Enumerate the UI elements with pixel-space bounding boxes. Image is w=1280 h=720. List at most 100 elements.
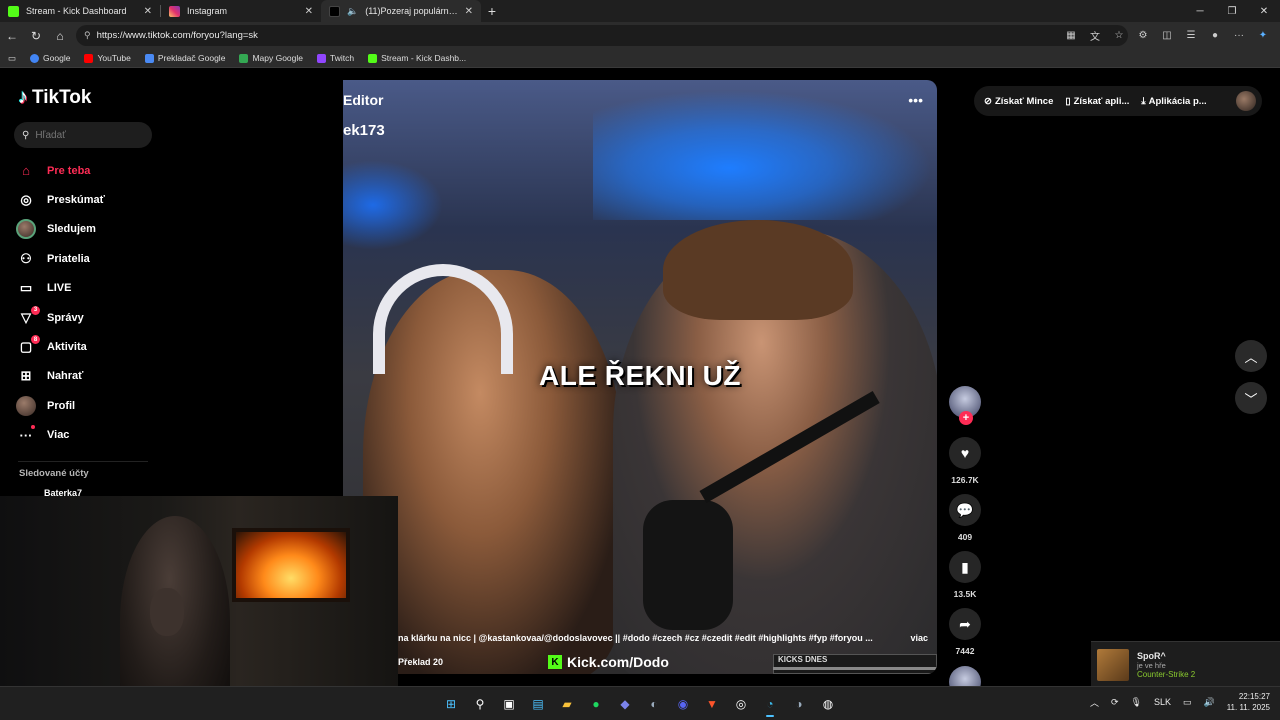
nav-item-friends[interactable]: ⚇ Priatelia — [16, 244, 156, 273]
bookmark-maps[interactable]: Mapy Google — [239, 53, 303, 63]
get-app-button[interactable]: ▯ Získať apli... — [1065, 96, 1129, 107]
activity-icon: ▢ 8 — [16, 335, 40, 357]
minimize-icon[interactable]: ─ — [1184, 0, 1216, 22]
apps-icon[interactable]: ▦ — [1062, 26, 1080, 44]
tiktok-logo[interactable]: ♪ TikTok — [18, 86, 91, 109]
tiktok-note-icon: ♪ — [18, 86, 28, 108]
site-info-icon[interactable]: ⚲ — [84, 30, 91, 41]
previous-video-button[interactable]: ︿ — [1235, 340, 1267, 372]
bookmark-youtube[interactable]: YouTube — [84, 53, 131, 63]
game-notification[interactable]: SpoR^ je ve hře Counter-Strike 2 — [1091, 641, 1280, 687]
system-tray: ︿ ⟳ 🎙 SLK ▭ 🔊 22:15:27 11. 11. 2025 — [1090, 691, 1270, 713]
comment-count: 409 — [957, 532, 973, 542]
steam-alt-icon[interactable]: ◑ — [786, 691, 812, 717]
collections-icon[interactable]: ☰ — [1182, 26, 1200, 44]
comment-button[interactable]: 💬 — [949, 494, 981, 526]
share-button[interactable]: ➦ — [949, 608, 981, 640]
desktop-app-label: Aplikácia p... — [1148, 95, 1207, 107]
new-tab-button[interactable]: + — [481, 0, 503, 22]
language-indicator[interactable]: SLK — [1154, 697, 1171, 707]
bookmark-label: Mapy Google — [252, 53, 303, 63]
extensions-icon[interactable]: ⚙ — [1134, 26, 1152, 44]
teams-icon[interactable]: ◆ — [612, 691, 638, 717]
streamlabs-icon[interactable]: ◍ — [815, 691, 841, 717]
task-view-icon[interactable]: ▣ — [496, 691, 522, 717]
reload-icon[interactable]: ↻ — [24, 24, 48, 48]
nav-label: Priatelia — [47, 252, 90, 265]
nav-label: Aktivita — [47, 341, 87, 354]
bookmark-kick[interactable]: Stream - Kick Dashb... — [368, 53, 466, 63]
search-input[interactable] — [35, 129, 136, 141]
video-progress-bar[interactable] — [773, 667, 937, 670]
video-description[interactable]: na klárku na nicc | @kastankovaa/@dodosl… — [398, 633, 937, 643]
more-icon: ··· — [16, 425, 36, 445]
spotify-icon[interactable]: ● — [583, 691, 609, 717]
bookmark-twitch[interactable]: Twitch — [317, 53, 354, 63]
video-more-options-icon[interactable]: ••• — [908, 92, 923, 108]
user-avatar[interactable] — [1236, 91, 1256, 111]
bookmarks-menu-icon[interactable]: ▭ — [8, 53, 16, 64]
tab-instagram[interactable]: Instagram ✕ — [161, 0, 321, 22]
close-window-icon[interactable]: ✕ — [1248, 0, 1280, 22]
nav-item-profile[interactable]: Profil — [16, 391, 156, 420]
clock[interactable]: 22:15:27 11. 11. 2025 — [1227, 691, 1270, 713]
obs-icon[interactable]: ◎ — [728, 691, 754, 717]
translate-icon[interactable]: 文 — [1086, 26, 1104, 44]
edge-icon[interactable]: ◔ — [757, 691, 783, 717]
store-icon[interactable]: ▤ — [525, 691, 551, 717]
split-screen-icon[interactable]: ◫ — [1158, 26, 1176, 44]
address-bar[interactable]: ⚲ https://www.tiktok.com/foryou?lang=sk — [76, 25, 1128, 46]
nav-label: Sledujem — [47, 223, 96, 236]
creator-avatar[interactable]: + — [949, 386, 981, 425]
file-explorer-icon[interactable]: ▰ — [554, 691, 580, 717]
close-tab-icon[interactable]: ✕ — [465, 6, 473, 17]
description-more-link[interactable]: viac — [910, 633, 928, 643]
home-icon: ⌂ — [22, 163, 30, 179]
microphone-icon[interactable]: 🎙 — [1131, 697, 1142, 708]
upload-icon: ⊞ — [20, 368, 32, 384]
followed-accounts-header: Sledované účty — [19, 468, 89, 479]
bookmark-translate[interactable]: Prekladač Google — [144, 53, 225, 63]
nav-item-messages[interactable]: ▽ 3 Správy — [16, 303, 156, 332]
video-player[interactable]: Editor ek173 ••• ALE ŘEKNI UŽ na klárku … — [343, 80, 937, 674]
speaker-icon[interactable]: 🔈 — [347, 6, 358, 17]
volume-icon[interactable]: 🔊 — [1203, 697, 1214, 708]
tray-chevron-up-icon[interactable]: ︿ — [1090, 696, 1099, 709]
discord-icon[interactable]: ◉ — [670, 691, 696, 717]
menu-icon[interactable]: ··· — [1230, 26, 1248, 44]
start-windows-icon[interactable]: ⊞ — [438, 691, 464, 717]
taskbar-search-icon[interactable]: ⚲ — [467, 691, 493, 717]
nav-item-upload[interactable]: ⊞ Nahrať — [16, 362, 156, 391]
copilot-icon[interactable]: ✦ — [1254, 26, 1272, 44]
nav-item-live[interactable]: ▭ LIVE — [16, 274, 156, 303]
live-tv-icon: ▭ — [19, 280, 33, 296]
notification-game: Counter-Strike 2 — [1137, 669, 1196, 679]
brave-icon[interactable]: ▼ — [699, 691, 725, 717]
tab-kick-dashboard[interactable]: Stream - Kick Dashboard ✕ — [0, 0, 160, 22]
nav-item-following[interactable]: Sledujem — [16, 215, 156, 244]
back-icon[interactable]: ← — [0, 24, 24, 48]
desktop-app-button[interactable]: ⤓ Aplikácia p... — [1141, 96, 1206, 107]
like-button[interactable]: ♥ — [949, 437, 981, 469]
save-button[interactable]: ▮ — [949, 551, 981, 583]
get-coins-button[interactable]: ⊘ Získať Mince — [984, 96, 1053, 107]
steam-icon[interactable]: ◐ — [641, 691, 667, 717]
search-box[interactable]: ⚲ — [14, 122, 152, 148]
nav-item-activity[interactable]: ▢ 8 Aktivita — [16, 332, 156, 361]
sync-icon[interactable]: ⟳ — [1111, 697, 1119, 708]
follow-plus-icon[interactable]: + — [959, 411, 973, 425]
nav-item-more[interactable]: ··· Viac — [16, 421, 156, 450]
favorite-star-icon[interactable]: ☆ — [1110, 26, 1128, 44]
close-tab-icon[interactable]: ✕ — [144, 6, 152, 17]
twitch-icon — [317, 53, 326, 63]
nav-item-for-you[interactable]: ⌂ Pre teba — [16, 156, 156, 185]
next-video-button[interactable]: ﹀ — [1235, 382, 1267, 414]
restore-icon[interactable]: ❐ — [1216, 0, 1248, 22]
nav-item-explore[interactable]: ◎ Preskúmať — [16, 185, 156, 214]
tab-tiktok[interactable]: 🔈 (11)Pozeraj populárne videá ✕ — [321, 0, 481, 22]
bookmark-google[interactable]: Google — [30, 53, 70, 63]
home-nav-icon[interactable]: ⌂ — [48, 24, 72, 48]
close-tab-icon[interactable]: ✕ — [305, 6, 313, 17]
network-icon[interactable]: ▭ — [1183, 697, 1192, 708]
browser-profile-icon[interactable]: ● — [1206, 26, 1224, 44]
